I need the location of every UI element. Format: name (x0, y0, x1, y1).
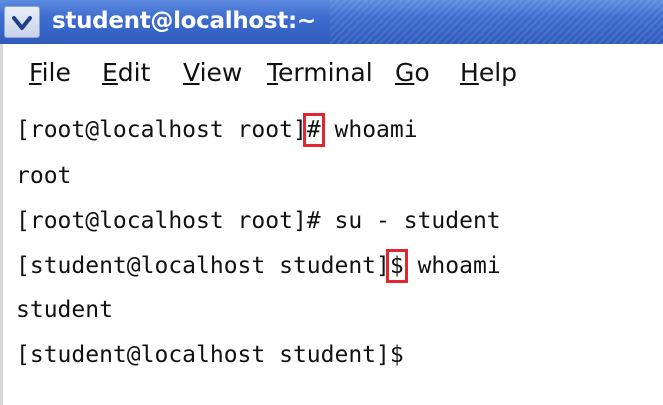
menu-go-accelerator: G (395, 58, 415, 87)
terminal-line: [student@localhost student]$ whoami (16, 249, 501, 283)
menu-go[interactable]: Go (395, 58, 430, 88)
terminal-line: [root@localhost root]# whoami (16, 113, 418, 147)
menu-terminal-label: erminal (278, 58, 373, 87)
menu-help-accelerator: H (460, 58, 479, 87)
terminal-line: [student@localhost student]$ (16, 342, 404, 368)
user-prompt-symbol: $ (385, 249, 408, 283)
menu-view[interactable]: View (183, 58, 242, 88)
menu-bar: File Edit View Terminal Go Help (0, 44, 663, 96)
terminal-line: root (16, 163, 72, 189)
command-text: whoami (403, 253, 501, 279)
menu-edit-accelerator: E (102, 58, 118, 87)
terminal-line: [root@localhost root]# su - student (16, 208, 501, 234)
prompt-text: [student@localhost student] (16, 253, 390, 279)
terminal-line: student (16, 297, 113, 323)
root-prompt-symbol: # (302, 113, 325, 147)
menu-file-label: ile (41, 58, 71, 87)
prompt-text: [root@localhost root] (16, 117, 307, 143)
title-bar-pattern (330, 0, 663, 44)
terminal-output[interactable]: [root@localhost root]# whoami root [root… (0, 96, 663, 405)
menu-file[interactable]: File (29, 58, 71, 88)
chevron-down-icon (12, 16, 32, 30)
menu-edit[interactable]: Edit (102, 58, 150, 88)
menu-view-label: iew (199, 58, 243, 87)
menu-help-label: elp (478, 58, 518, 87)
terminal-window: student@localhost:~ File Edit View Termi… (0, 0, 663, 405)
menu-terminal-accelerator: T (267, 58, 279, 87)
title-bar[interactable]: student@localhost:~ (0, 0, 663, 44)
menu-terminal[interactable]: Terminal (267, 58, 373, 88)
command-text: whoami (320, 117, 418, 143)
window-title: student@localhost:~ (52, 8, 316, 34)
menu-go-label: o (414, 58, 430, 87)
menu-help[interactable]: Help (460, 58, 517, 88)
menu-file-accelerator: F (29, 58, 42, 87)
menu-view-accelerator: V (183, 58, 200, 87)
menu-edit-label: dit (117, 58, 151, 87)
window-menu-button[interactable] (4, 6, 40, 38)
